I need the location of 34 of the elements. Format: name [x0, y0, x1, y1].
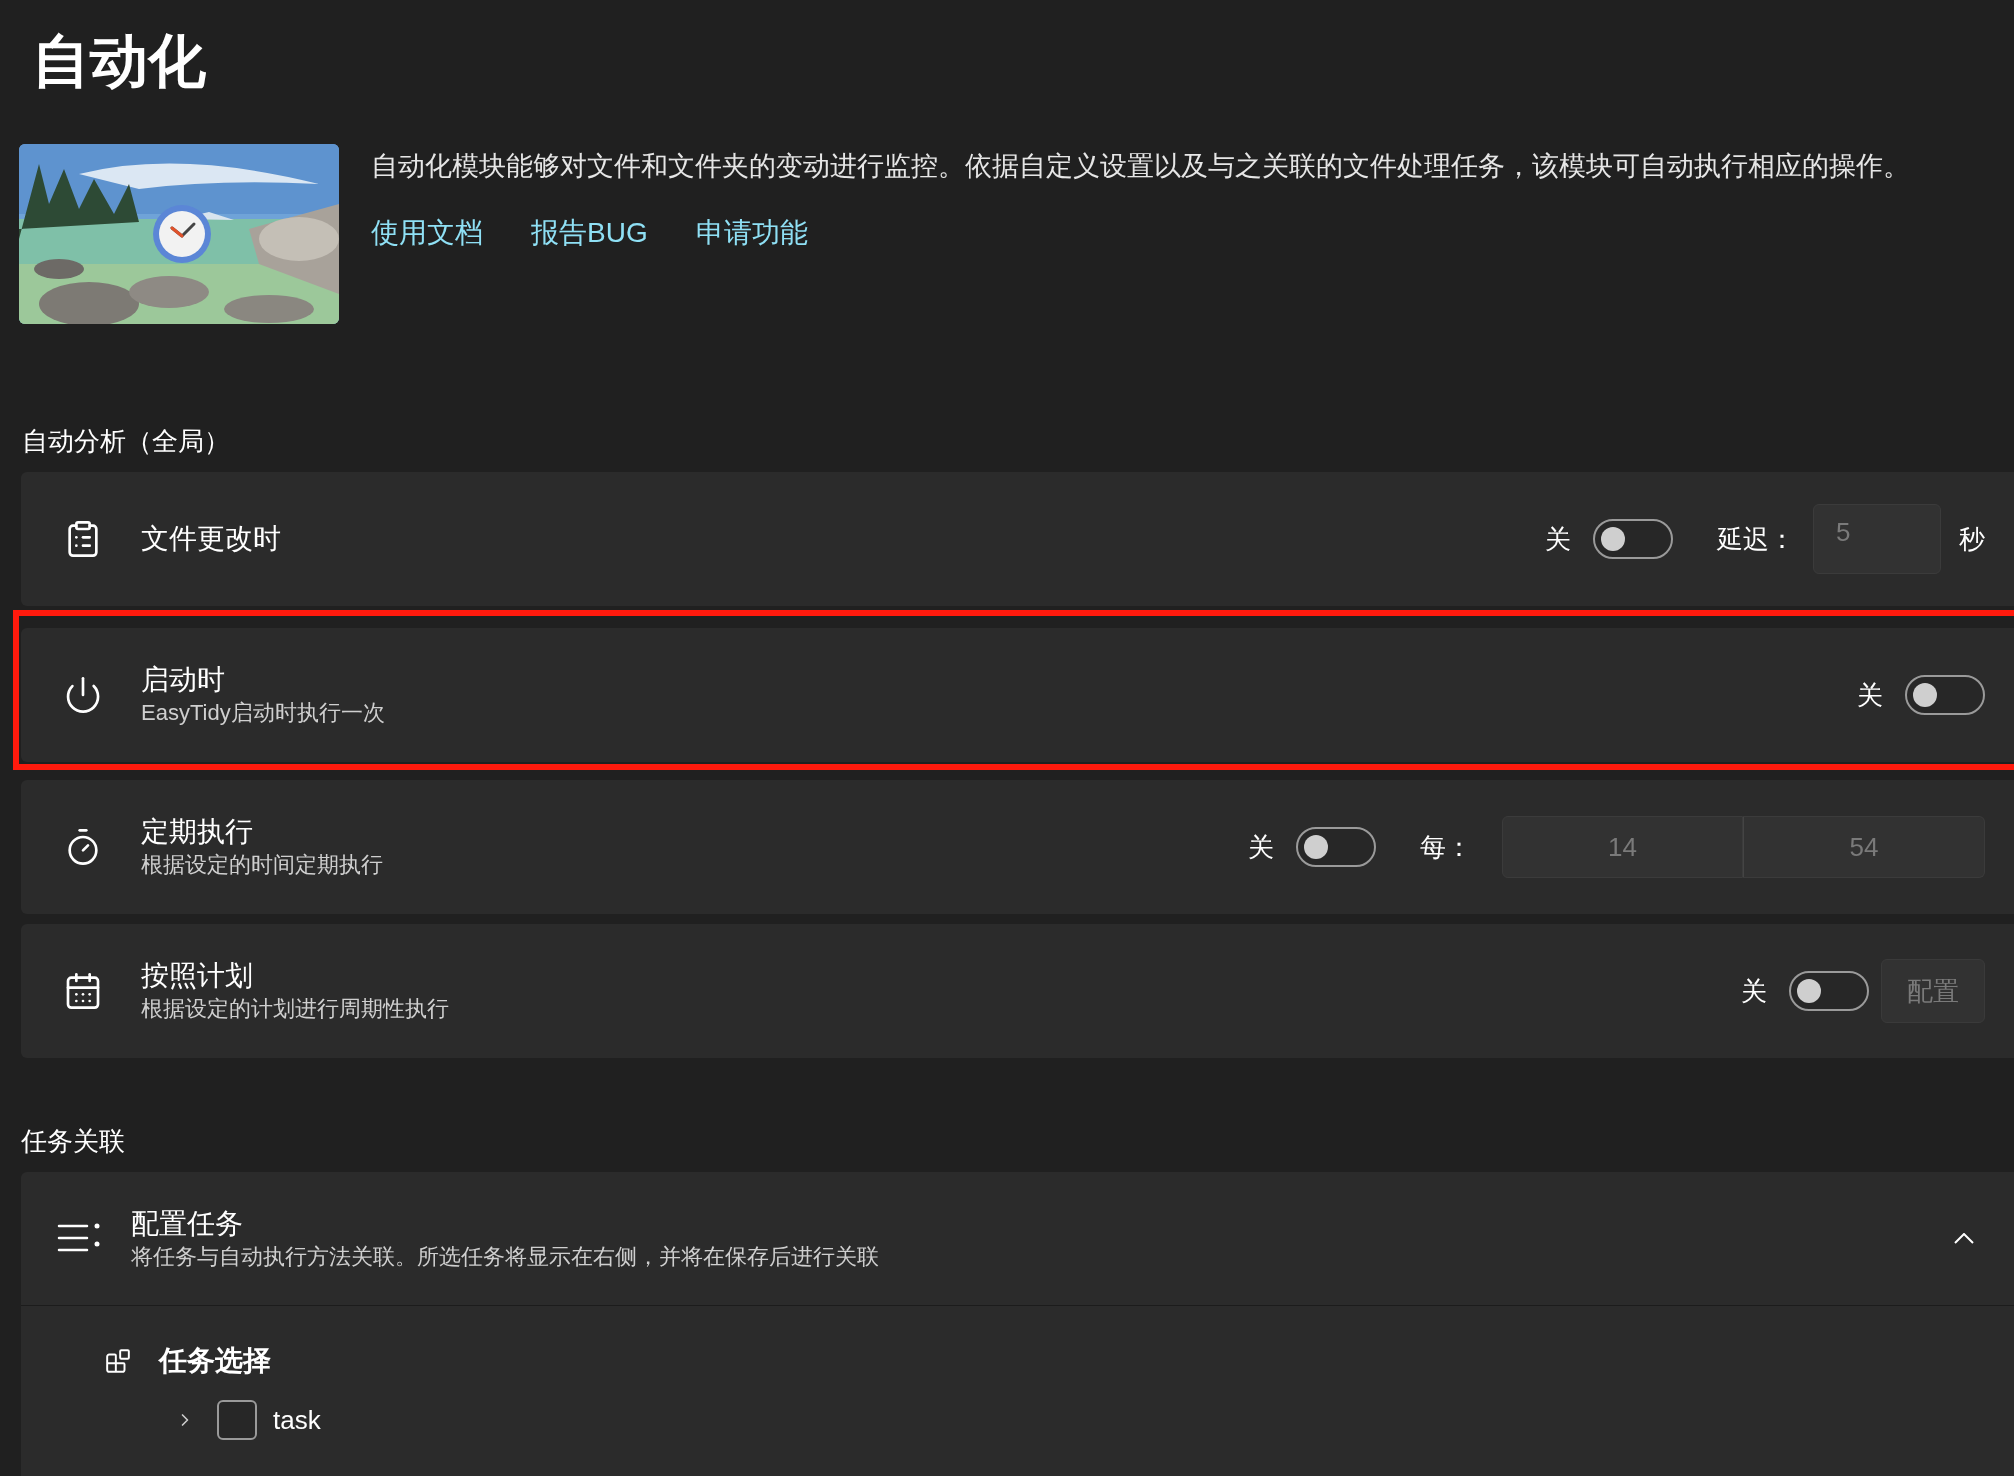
- toggle-label: 关: [1741, 974, 1767, 1008]
- toggle-switch[interactable]: [1905, 675, 1985, 715]
- setting-description: 根据设定的计划进行周期性执行: [141, 995, 450, 1023]
- toggle-label: 关: [1248, 830, 1274, 864]
- blocks-icon: [105, 1348, 131, 1374]
- toggle-label: 关: [1857, 678, 1883, 712]
- setting-description: EasyTidy启动时执行一次: [141, 699, 386, 727]
- task-label: task: [273, 1403, 321, 1437]
- help-link[interactable]: 申请功能: [695, 212, 808, 254]
- section-header: 任务关联: [21, 1125, 126, 1158]
- page-title: 自动化: [32, 27, 207, 95]
- setting-title: 配置任务: [131, 1206, 244, 1241]
- section-header: 自动分析（全局）: [22, 425, 231, 458]
- toggle-switch[interactable]: [1296, 827, 1376, 867]
- group-title: 任务选择: [159, 1344, 271, 1378]
- setting-title: 启动时: [141, 663, 226, 697]
- toggle-label: 关: [1545, 522, 1571, 556]
- toggle-switch[interactable]: [1593, 519, 1673, 559]
- clock-icon: [152, 204, 212, 264]
- setting-title: 文件更改时: [141, 522, 282, 556]
- module-description: 自动化模块能够对文件和文件夹的变动进行监控。依据自定义设置以及与之关联的文件处理任务，该模块可自动执行相应的操作。: [371, 150, 1910, 183]
- chevron-up-icon: [1954, 1233, 1974, 1244]
- task-checkbox[interactable]: [217, 1400, 257, 1440]
- setting-title: 定期执行: [141, 815, 254, 849]
- delay-label: 延迟：: [1717, 522, 1795, 556]
- help-link[interactable]: 使用文档: [371, 212, 483, 254]
- setting-description: 根据设定的时间定期执行: [141, 851, 384, 879]
- expander-header[interactable]: 配置任务 将任务与自动执行方法关联。所选任务将显示在右侧，并将在保存后进行关联: [21, 1172, 2014, 1306]
- toggle-switch[interactable]: [1789, 971, 1869, 1011]
- setting-title: 按照计划: [141, 959, 254, 993]
- seconds-unit: 秒: [1959, 522, 1985, 556]
- interval-label: 每：: [1420, 830, 1472, 864]
- help-link[interactable]: 报告BUG: [531, 212, 648, 254]
- setting-description: 将任务与自动执行方法关联。所选任务将显示在右侧，并将在保存后进行关联: [131, 1242, 880, 1271]
